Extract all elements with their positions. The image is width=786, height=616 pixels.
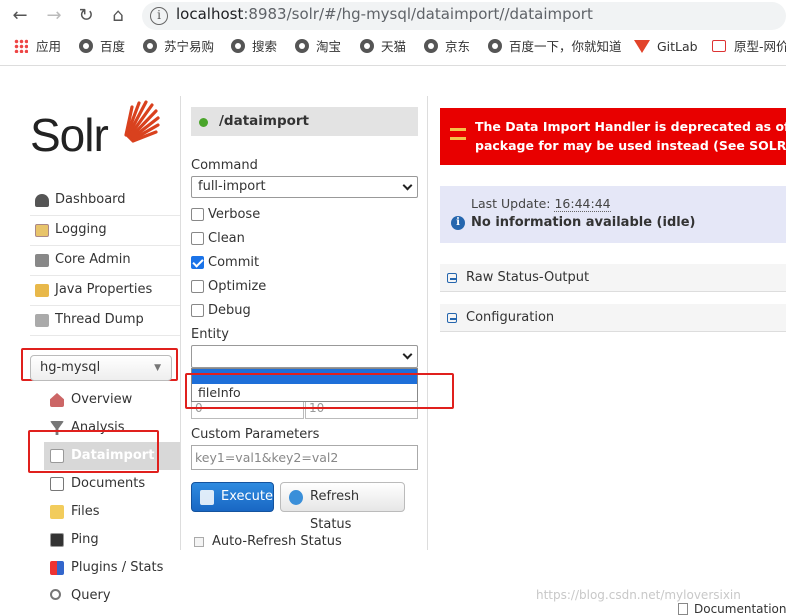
globe-icon <box>143 39 157 53</box>
core-admin-icon <box>35 254 49 267</box>
status-box: Last Update: 16:44:44 i No information a… <box>440 186 786 243</box>
dropdown-arrow-icon: ▼ <box>154 363 161 373</box>
plugins-icon <box>50 561 64 575</box>
core-item-documents[interactable]: Documents <box>44 470 180 498</box>
deprecation-warning: The Data Import Handler is deprecated as… <box>440 108 786 165</box>
core-selector[interactable]: hg-mysql ▼ <box>30 355 172 381</box>
bookmark-gitlab[interactable]: GitLab <box>634 36 698 58</box>
execute-button[interactable]: Execute <box>191 482 274 512</box>
entity-label: Entity <box>191 327 229 342</box>
core-item-ping[interactable]: Ping <box>44 526 180 554</box>
bookmark-baidu-search[interactable]: 百度一下，你就知道 <box>488 36 622 58</box>
refresh-status-button[interactable]: Refresh Status <box>280 482 405 532</box>
highlight-dataimport <box>28 430 159 473</box>
core-item-query[interactable]: Query <box>44 582 180 610</box>
watermark: https://blog.csdn.net/myloversixin <box>536 588 741 602</box>
chevron-down-icon <box>402 349 413 360</box>
command-label: Command <box>191 158 258 173</box>
back-arrow-icon[interactable]: ← <box>10 6 30 26</box>
query-icon <box>50 589 61 600</box>
sidebar-item-logging[interactable]: Logging <box>30 216 180 246</box>
sidebar-item-thread-dump[interactable]: Thread Dump <box>30 306 180 336</box>
logging-icon <box>35 224 49 237</box>
execute-icon <box>200 490 214 505</box>
reload-icon[interactable]: ↻ <box>76 6 96 26</box>
bookmarks-bar: 应用 百度 苏宁易购 搜索 淘宝 天猫 京东 百度一下，你就知道 GitLab … <box>0 36 786 58</box>
chevron-down-icon <box>402 180 413 191</box>
bookmark-jd[interactable]: 京东 <box>424 36 470 58</box>
entity-select[interactable] <box>191 345 418 368</box>
bookmark-tmall[interactable]: 天猫 <box>360 36 406 58</box>
apps-grid-icon <box>14 39 28 53</box>
globe-icon <box>79 39 93 53</box>
status-message: No information available (idle) <box>471 215 696 230</box>
section-configuration[interactable]: Configuration <box>440 304 786 332</box>
highlight-entity-dropdown <box>185 373 454 409</box>
warning-barrier-icon <box>450 128 466 140</box>
forward-arrow-icon[interactable]: → <box>44 6 64 26</box>
last-update: Last Update: 16:44:44 <box>471 196 611 212</box>
core-item-files[interactable]: Files <box>44 498 180 526</box>
ping-icon <box>50 533 64 547</box>
status-dot-icon <box>199 118 208 127</box>
java-icon <box>35 284 49 297</box>
document-icon <box>678 603 688 615</box>
collapse-toggle-icon[interactable] <box>447 313 457 323</box>
globe-icon <box>360 39 374 53</box>
bookmark-suning[interactable]: 苏宁易购 <box>143 36 214 58</box>
dashboard-icon <box>35 194 49 207</box>
url-text[interactable]: localhost:8983/solr/#/hg-mysql/dataimpor… <box>176 5 593 23</box>
collapse-toggle-icon[interactable] <box>447 273 457 283</box>
files-icon <box>50 505 64 519</box>
bookmark-apps[interactable]: 应用 <box>14 36 61 58</box>
globe-icon <box>231 39 245 53</box>
sidebar-item-dashboard[interactable]: Dashboard <box>30 186 180 216</box>
dataimport-header: /dataimport <box>191 107 418 136</box>
sidebar-item-core-admin[interactable]: Core Admin <box>30 246 180 276</box>
browser-chrome: ← → ↻ ⌂ i localhost:8983/solr/#/hg-mysql… <box>0 0 786 66</box>
bookmark-baidu[interactable]: 百度 <box>79 36 125 58</box>
bookmark-taobao[interactable]: 淘宝 <box>295 36 341 58</box>
globe-icon <box>295 39 309 53</box>
section-raw-status-output[interactable]: Raw Status-Output <box>440 264 786 292</box>
command-select[interactable]: full-import <box>191 176 418 198</box>
custom-params-input[interactable]: key1=val1&key2=val2 <box>191 445 418 470</box>
documents-icon <box>50 477 64 491</box>
auto-refresh-checkbox[interactable] <box>194 537 204 547</box>
bookmark-search[interactable]: 搜索 <box>231 36 277 58</box>
bookmark-prototype[interactable]: 原型-网价 <box>712 36 786 58</box>
core-item-overview[interactable]: Overview <box>44 386 180 414</box>
solr-logo-text: Solr <box>30 109 109 161</box>
sidebar-item-java-properties[interactable]: Java Properties <box>30 276 180 306</box>
refresh-icon <box>289 490 303 505</box>
globe-icon <box>488 39 502 53</box>
globe-icon <box>424 39 438 53</box>
home-icon <box>50 393 64 407</box>
home-icon[interactable]: ⌂ <box>108 6 128 26</box>
custom-params-label: Custom Parameters <box>191 427 320 442</box>
documentation-link[interactable]: Documentation <box>678 602 786 616</box>
core-item-plugins-stats[interactable]: Plugins / Stats <box>44 554 180 582</box>
thread-dump-icon <box>35 314 49 327</box>
info-icon: i <box>451 216 465 230</box>
info-icon[interactable]: i <box>150 7 168 25</box>
gitlab-icon <box>634 40 650 53</box>
prototype-icon <box>712 40 726 52</box>
